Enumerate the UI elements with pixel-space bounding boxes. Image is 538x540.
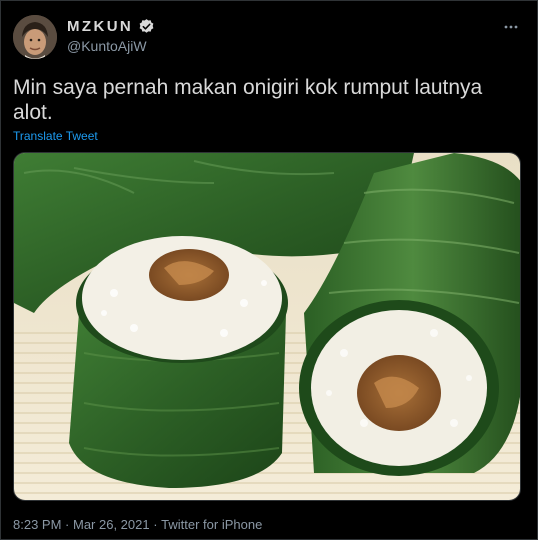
tweet-source[interactable]: Twitter for iPhone xyxy=(161,517,262,532)
user-handle[interactable]: @KuntoAjiW xyxy=(67,38,147,54)
tweet-time[interactable]: 8:23 PM xyxy=(13,517,61,532)
meta-separator: · xyxy=(61,517,73,532)
user-name-row[interactable]: MZKUN xyxy=(67,18,155,35)
photo-lemper xyxy=(14,153,520,500)
tweet-photo[interactable] xyxy=(13,152,521,501)
avatar-image xyxy=(13,15,57,59)
verified-badge-icon xyxy=(138,18,155,35)
avatar[interactable] xyxy=(13,15,57,59)
more-icon[interactable] xyxy=(503,19,519,35)
tweet-meta: 8:23 PM · Mar 26, 2021 · Twitter for iPh… xyxy=(13,517,262,532)
tweet-date[interactable]: Mar 26, 2021 xyxy=(73,517,150,532)
tweet-card: MZKUN @KuntoAjiW Min saya pernah makan o… xyxy=(0,0,538,540)
translate-link[interactable]: Translate Tweet xyxy=(13,129,98,143)
meta-separator: · xyxy=(149,517,162,532)
tweet-text: Min saya pernah makan onigiri kok rumput… xyxy=(13,76,483,124)
display-name[interactable]: MZKUN xyxy=(67,18,133,35)
